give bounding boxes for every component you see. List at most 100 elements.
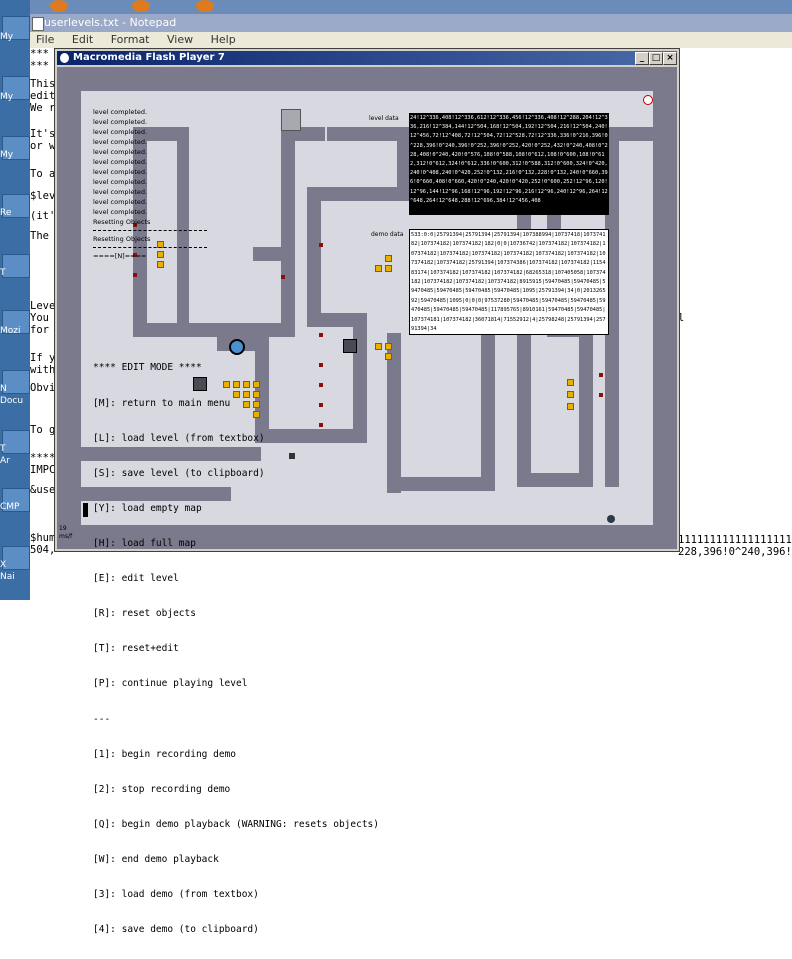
menu-line: [E]: edit level [93, 573, 179, 585]
text-line: or w [30, 140, 56, 152]
desktop-icon-label: Re [0, 208, 12, 218]
desktop-icon[interactable] [2, 254, 30, 278]
wall [57, 67, 677, 91]
text-line: (it' [30, 210, 56, 222]
menu-format[interactable]: Format [111, 33, 150, 46]
notepad-title-bar[interactable]: userlevels.txt - Notepad [30, 14, 792, 32]
text-line: IMPC [30, 464, 56, 476]
desktop-icon[interactable] [2, 546, 30, 570]
edit-mode-menu: **** EDIT MODE **** [M]: return to main … [93, 339, 379, 959]
wall [605, 127, 653, 141]
text-line: We r [30, 102, 56, 114]
wall [653, 67, 677, 549]
flash-title: Macromedia Flash Player 7 [73, 52, 225, 63]
log-line: level completed. [93, 168, 148, 176]
menu-line: --- [93, 713, 111, 725]
gold-piece [375, 265, 382, 272]
demo-data-label: demo data [371, 231, 404, 238]
log-line: level completed. [93, 118, 148, 126]
gold-piece [157, 261, 164, 268]
close-button[interactable]: × [663, 52, 677, 65]
demo-data-textbox[interactable]: 533:0:0|25791394|25791394|25791394|10738… [409, 229, 609, 335]
mine [133, 273, 137, 277]
text-line: &use [30, 484, 56, 496]
text-line: You [30, 312, 49, 324]
text-line: This [30, 78, 56, 90]
menu-line: [M]: return to main menu [93, 397, 231, 409]
text-line: $lev [30, 190, 56, 202]
mine [599, 393, 603, 397]
gold-piece [567, 379, 574, 386]
gold-piece [385, 265, 392, 272]
desktop-icon-label: X [0, 560, 7, 570]
menu-help[interactable]: Help [211, 33, 236, 46]
taskbar-strip [30, 0, 792, 14]
menu-line: [P]: continue playing level [93, 678, 248, 690]
maximize-button[interactable]: □ [649, 52, 663, 65]
firefox-icon[interactable] [132, 0, 150, 12]
wall [133, 323, 293, 337]
flash-icon [60, 53, 69, 63]
log-line: level completed. [93, 128, 148, 136]
menu-file[interactable]: File [36, 33, 54, 46]
wall [307, 187, 321, 327]
text-line: Obvi [30, 382, 56, 394]
exit-switch [643, 95, 653, 105]
log-line: Resetting Objects [93, 235, 151, 243]
gold-piece [567, 391, 574, 398]
log-line: level completed. [93, 138, 148, 146]
desktop-icon-label: Docu [0, 396, 24, 406]
text-line: To g [30, 424, 56, 436]
wall [57, 67, 81, 549]
text-line: *** [30, 48, 49, 60]
text-line: 11111111111111111100 [678, 534, 792, 546]
log-line: Resetting Objects [93, 218, 151, 226]
menu-edit[interactable]: Edit [72, 33, 93, 46]
log-line: level completed. [93, 108, 148, 116]
divider [93, 247, 207, 248]
desktop-icon-label: N [0, 384, 7, 394]
desktop-icon-label: My [0, 32, 14, 42]
gold-piece [385, 343, 392, 350]
mine [281, 275, 285, 279]
menu-line: [1]: begin recording demo [93, 748, 236, 760]
desktop-icon-label: Nai [0, 572, 15, 582]
notepad-title: userlevels.txt - Notepad [44, 16, 177, 29]
minimize-button[interactable]: _ [635, 52, 649, 65]
desktop-icon-label: CMP [0, 502, 20, 512]
gold-piece [385, 353, 392, 360]
text-line: for [30, 324, 49, 336]
text-line: To a [30, 168, 56, 180]
text-line: The [30, 230, 49, 242]
menu-line: [L]: load level (from textbox) [93, 432, 265, 444]
mine [599, 373, 603, 377]
menu-view[interactable]: View [167, 33, 193, 46]
fps-unit: ms/f [59, 533, 73, 540]
menu-line: [R]: reset objects [93, 608, 196, 620]
text-line: $hum [30, 532, 56, 544]
firefox-icon[interactable] [196, 0, 214, 12]
player-ninja [83, 503, 88, 517]
log-line: level completed. [93, 158, 148, 166]
notepad-menu-bar: File Edit Format View Help [30, 32, 792, 48]
text-line: *** [30, 60, 49, 72]
game-stage[interactable]: level completed. level completed. level … [57, 67, 677, 935]
menu-line: [W]: end demo playback [93, 853, 219, 865]
wall [387, 477, 493, 491]
text-line: 228,396!0^240,396! [678, 546, 792, 558]
wall [579, 337, 593, 487]
level-data-textbox[interactable]: 24!12^336,408!12^336,612!12^336,456!12^3… [409, 113, 609, 215]
mine [319, 333, 323, 337]
desktop-icon-label: Ar [0, 456, 10, 466]
firefox-icon[interactable] [50, 0, 68, 12]
exit-door [281, 109, 301, 131]
flash-title-bar[interactable]: Macromedia Flash Player 7 _ □ × [57, 51, 677, 65]
log-line: level completed. [93, 148, 148, 156]
desktop-icon[interactable] [2, 430, 30, 454]
menu-line: **** EDIT MODE **** [93, 362, 202, 374]
gold-piece [385, 255, 392, 262]
wall [281, 127, 295, 337]
desktop-icon-label: T [0, 268, 6, 278]
wall [307, 187, 411, 201]
event-log: level completed. level completed. level … [93, 107, 207, 261]
